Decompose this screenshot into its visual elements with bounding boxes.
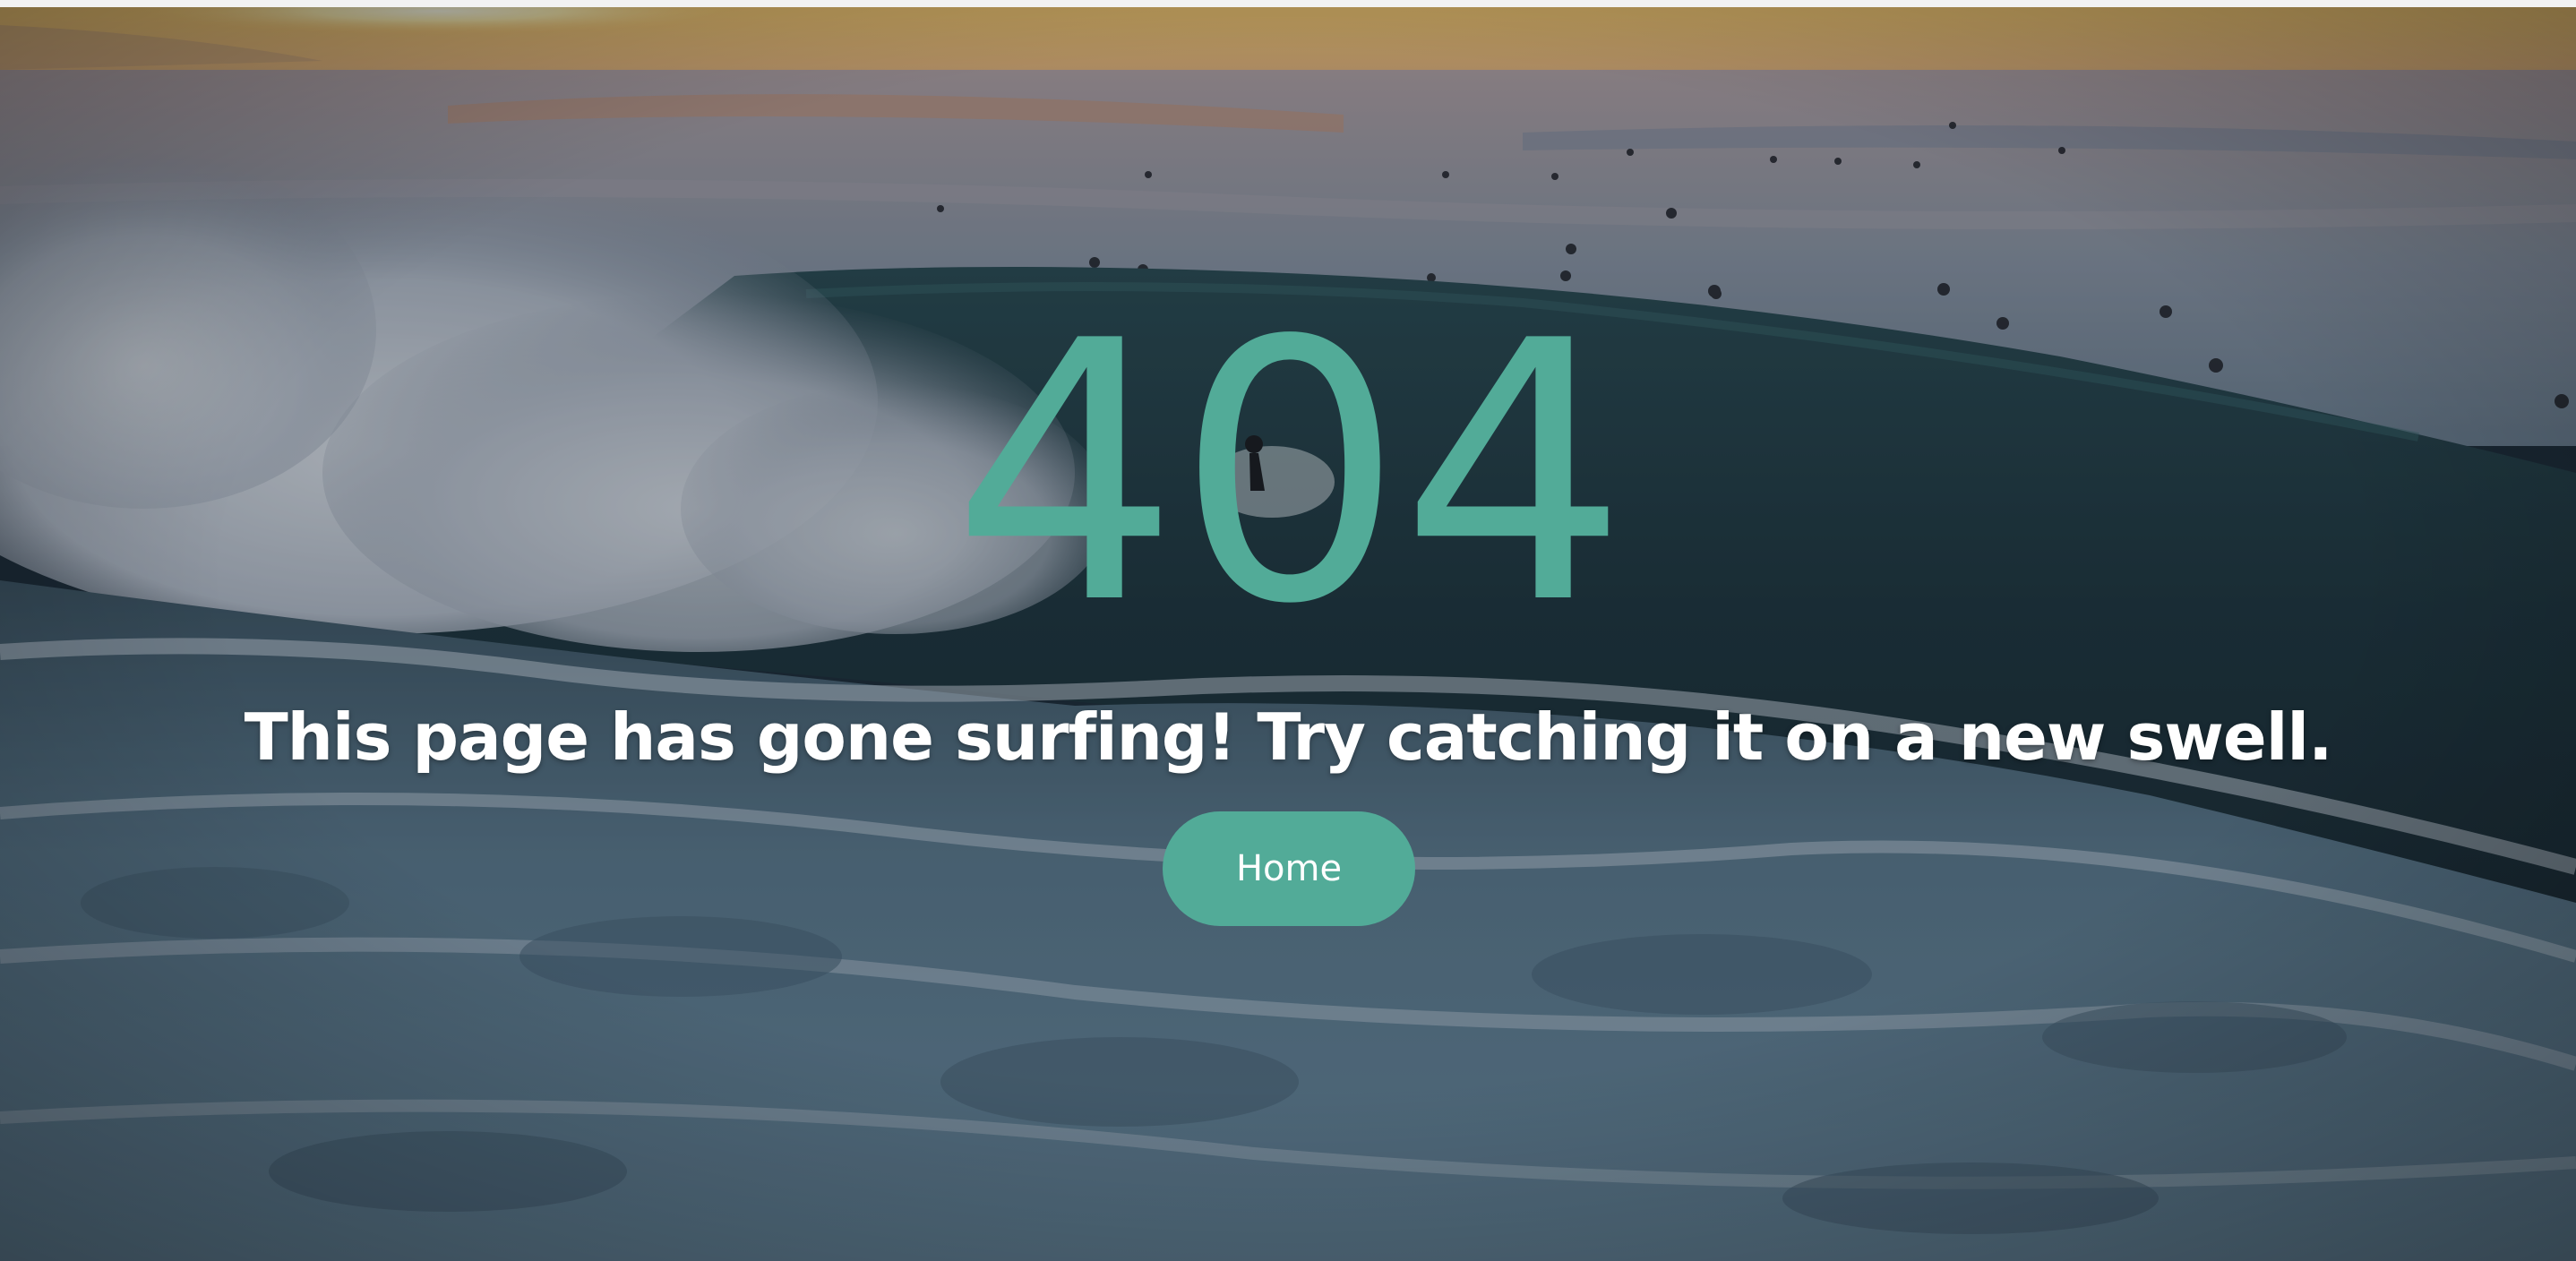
- home-button[interactable]: Home: [1163, 811, 1415, 926]
- error-content: 404 This page has gone surfing! Try catc…: [0, 0, 2576, 1261]
- error-page: 404 This page has gone surfing! Try catc…: [0, 0, 2576, 1261]
- error-code: 404: [951, 266, 1627, 682]
- browser-top-edge: [0, 0, 2576, 7]
- error-message: This page has gone surfing! Try catching…: [244, 699, 2333, 775]
